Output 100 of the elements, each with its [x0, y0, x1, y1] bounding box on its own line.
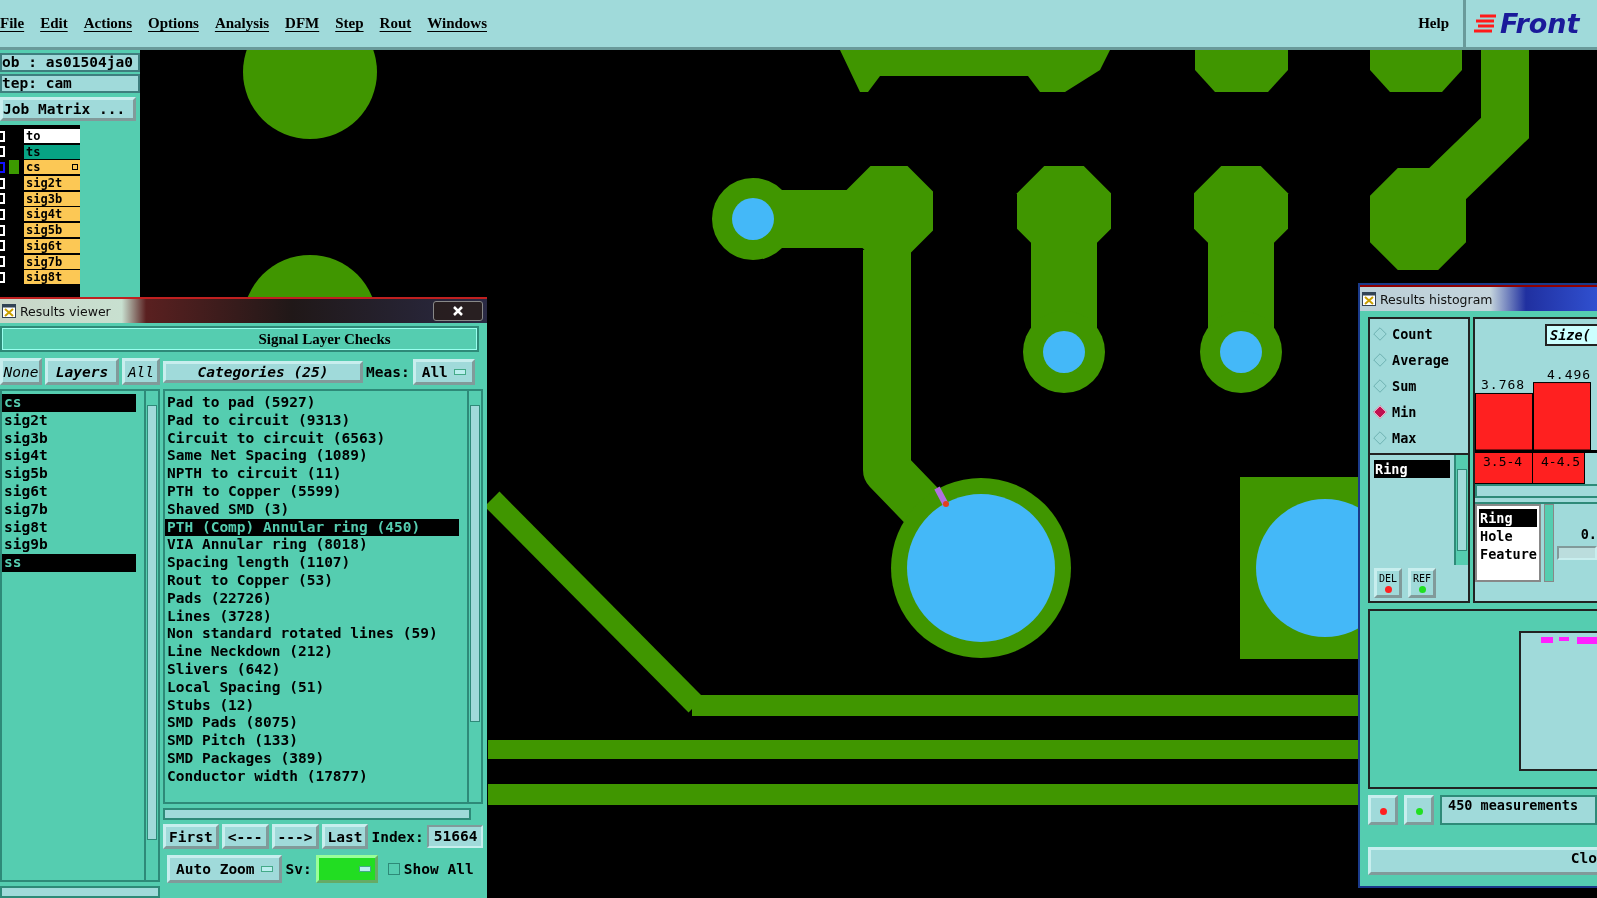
list-button[interactable]: REF	[1408, 568, 1436, 598]
job-matrix-button[interactable]: Job Matrix ...	[0, 97, 136, 121]
layer-checkbox[interactable]	[0, 161, 6, 173]
field-item[interactable]: Hole	[1479, 527, 1537, 545]
marker-icon	[934, 486, 949, 507]
meas-dropdown[interactable]: All	[412, 358, 475, 385]
status-field: 450 measurements	[1440, 795, 1597, 825]
layer-name[interactable]: to	[24, 129, 80, 143]
close-button[interactable]	[433, 301, 483, 321]
categories-button[interactable]: Categories (25)	[163, 360, 363, 383]
layer-item[interactable]: sig5b	[2, 465, 136, 483]
layer-item[interactable]: sig4t	[2, 447, 136, 466]
category-item[interactable]: Same Net Spacing (1089)	[165, 447, 459, 466]
layer-name[interactable]: sig5b	[24, 223, 80, 238]
sv-dropdown[interactable]	[315, 855, 378, 883]
category-item[interactable]: Line Neckdown (212)	[165, 643, 459, 661]
zoom-dropdown[interactable]: Auto Zoom	[167, 855, 282, 883]
scrollbar[interactable]	[1543, 504, 1554, 582]
bin-label: 4-4.5	[1533, 453, 1585, 484]
help-menu[interactable]: Help	[1418, 15, 1449, 32]
category-item[interactable]: Pads (22726)	[165, 589, 459, 608]
category-item[interactable]: Circuit to circuit (6563)	[165, 429, 459, 448]
category-item[interactable]: Pad to circuit (9313)	[165, 411, 459, 430]
menu-item[interactable]: Step	[327, 15, 372, 32]
scrollbar[interactable]	[0, 886, 160, 898]
layer-name[interactable]: sig8t	[24, 270, 80, 285]
filter-button[interactable]: Layers	[45, 358, 119, 385]
category-item[interactable]: Slivers (642)	[165, 660, 459, 679]
nav-button[interactable]: Last	[321, 824, 369, 849]
category-item[interactable]: Shaved SMD (3)	[165, 500, 459, 519]
layer-name[interactable]: sig3b	[24, 191, 80, 206]
menu-item[interactable]: Analysis	[206, 15, 278, 32]
value-label: 0.	[1580, 526, 1597, 542]
show-all-checkbox[interactable]	[387, 863, 400, 875]
layer-name[interactable]: cs	[24, 160, 80, 175]
layer-item[interactable]: cs	[2, 394, 136, 412]
scrollbar[interactable]	[163, 808, 471, 820]
nav-button[interactable]: First	[163, 824, 219, 849]
layer-item[interactable]: sig7b	[2, 500, 136, 519]
dot-button[interactable]	[1368, 795, 1398, 825]
menu-item[interactable]: Edit	[32, 15, 76, 32]
field-item[interactable]: Feature	[1479, 545, 1537, 563]
layer-name[interactable]: ts	[24, 144, 80, 159]
step-label: tep: cam	[0, 74, 140, 93]
menu-item[interactable]: Options	[140, 15, 207, 32]
category-item[interactable]: PTH to Copper (5599)	[165, 483, 459, 501]
radio-label: Average	[1392, 352, 1449, 368]
layer-item[interactable]: sig3b	[2, 429, 136, 448]
filter-button[interactable]: All	[122, 358, 160, 385]
category-item[interactable]: Stubs (12)	[165, 696, 459, 715]
category-item[interactable]: Rout to Copper (53)	[165, 571, 459, 590]
category-item[interactable]: Local Spacing (51)	[165, 678, 459, 697]
field-item[interactable]: Ring	[1479, 509, 1537, 527]
layer-color-swatch	[9, 160, 19, 175]
category-item[interactable]: Non standard rotated lines (59)	[165, 625, 459, 644]
menu-item[interactable]: DFM	[277, 15, 328, 32]
nav-button[interactable]: --->	[271, 824, 319, 849]
category-item[interactable]: Conductor width (17877)	[165, 767, 459, 786]
radio-label: Min	[1392, 404, 1417, 420]
layer-item[interactable]: sig2t	[2, 411, 136, 430]
list-button[interactable]: DEL	[1374, 568, 1402, 598]
layer-name[interactable]: sig4t	[24, 207, 80, 222]
menu-item[interactable]: Windows	[419, 15, 495, 32]
index-field[interactable]: 51664	[426, 825, 483, 848]
dot-button[interactable]	[1404, 795, 1434, 825]
layer-item[interactable]: sig8t	[2, 518, 136, 537]
layer-name[interactable]: sig2t	[24, 176, 80, 191]
category-item[interactable]: VIA Annular ring (8018)	[165, 536, 459, 555]
layer-name[interactable]: sig6t	[24, 238, 80, 253]
menu-item[interactable]: File	[0, 15, 33, 32]
menu-item[interactable]: Actions	[75, 15, 140, 32]
category-item[interactable]: SMD Pads (8075)	[165, 714, 459, 733]
radio-button[interactable]	[1373, 353, 1387, 367]
radio-button[interactable]	[1373, 327, 1387, 341]
menu-item[interactable]: Rout	[371, 15, 420, 32]
nav-button[interactable]: <---	[221, 824, 269, 849]
filter-button[interactable]: None	[0, 358, 42, 385]
layer-item[interactable]: ss	[2, 554, 136, 572]
window-icon	[2, 304, 16, 318]
category-item[interactable]: Pad to pad (5927)	[165, 394, 459, 412]
category-item[interactable]: NPTH to circuit (11)	[165, 465, 459, 483]
close-icon	[453, 306, 463, 316]
category-item[interactable]: SMD Pitch (133)	[165, 732, 459, 750]
layer-name[interactable]: sig7b	[24, 254, 80, 269]
index-label: Index:	[371, 828, 424, 845]
bar-value-label: 3.768	[1481, 377, 1526, 393]
scrollbar[interactable]	[144, 391, 158, 880]
close-button[interactable]: Clo	[1368, 847, 1597, 875]
list-item[interactable]: Ring	[1374, 460, 1450, 478]
category-item[interactable]: PTH (Comp) Annular ring (450)	[165, 518, 459, 537]
scrollbar[interactable]	[1454, 455, 1468, 565]
scrollbar[interactable]	[1475, 484, 1597, 498]
layer-item[interactable]: sig9b	[2, 536, 136, 555]
category-item[interactable]: Lines (3728)	[165, 607, 459, 626]
scrollbar[interactable]	[466, 391, 481, 802]
layer-item[interactable]: sig6t	[2, 483, 136, 501]
category-item[interactable]: Spacing length (1107)	[165, 554, 459, 572]
radio-button[interactable]	[1373, 379, 1387, 393]
category-item[interactable]: SMD Packages (389)	[165, 749, 459, 768]
radio-button[interactable]	[1373, 431, 1387, 445]
